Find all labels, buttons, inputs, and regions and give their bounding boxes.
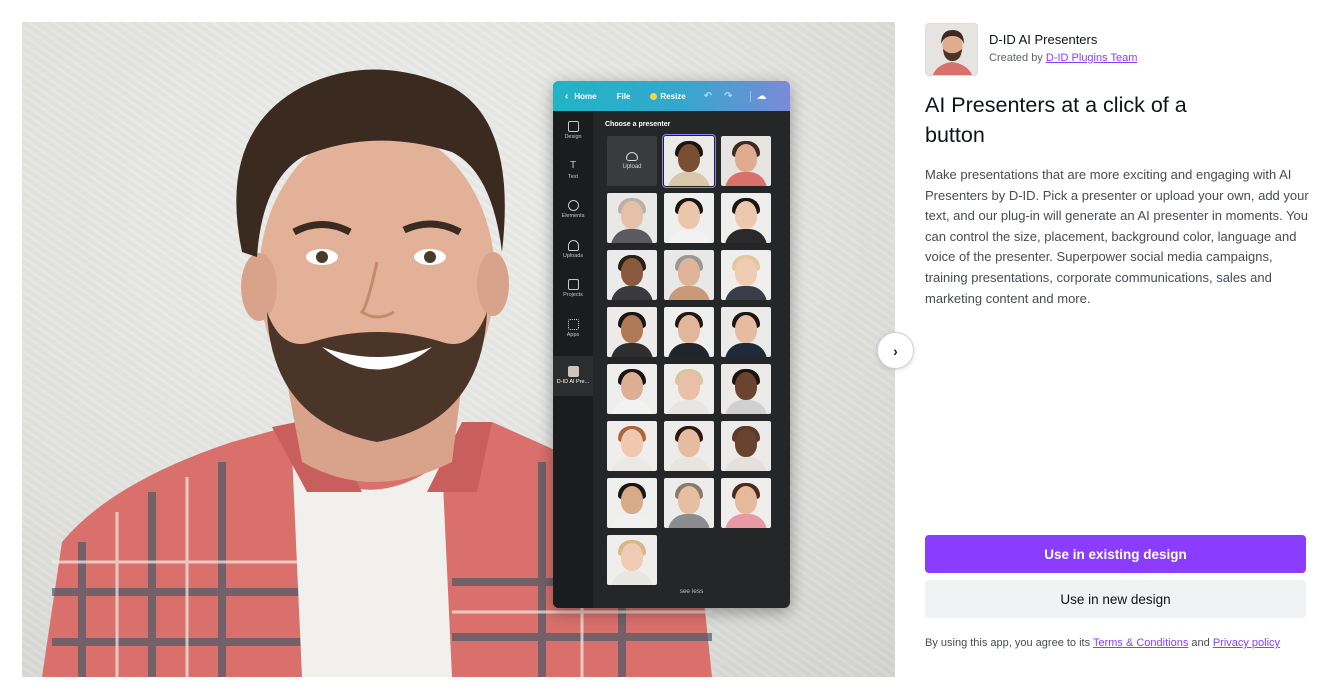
creator-link[interactable]: D-ID Plugins Team	[1046, 52, 1138, 64]
privacy-policy-link[interactable]: Privacy policy	[1213, 637, 1280, 649]
presenter-thumb	[607, 535, 657, 585]
mock-side-label: Projects	[563, 292, 583, 299]
app-detail-page: ‹ Home File Resize ↶ ↷ ☁ Design T Text El…	[0, 0, 1343, 699]
mock-file-label: File	[616, 91, 631, 101]
mock-sidebar: Design T Text Elements Uploads Projects A…	[553, 111, 593, 608]
mock-side-design: Design	[553, 111, 593, 151]
mock-side-label: D-ID AI Pre...	[556, 379, 590, 386]
mock-side-label: Uploads	[562, 252, 584, 259]
presenter-grid: Upload	[607, 134, 771, 585]
mock-side-text: T Text	[567, 159, 579, 180]
presenter-thumb	[721, 193, 771, 243]
app-heading: AI Presenters at a click of a button	[925, 93, 1187, 147]
mock-side-projects: Projects	[553, 269, 593, 309]
presenter-thumb	[607, 421, 657, 471]
mock-side-label: Apps	[566, 331, 580, 338]
created-by-prefix: Created by	[989, 52, 1046, 64]
presenter-thumb	[607, 478, 657, 528]
mock-side-label: Design	[564, 134, 582, 141]
hero-image: ‹ Home File Resize ↶ ↷ ☁ Design T Text El…	[22, 22, 895, 677]
mock-side-d-id: D-ID AI Pre...	[553, 356, 593, 396]
presenter-thumb	[664, 421, 714, 471]
app-name: D-ID AI Presenters	[989, 32, 1098, 47]
upload-tile: Upload	[607, 136, 657, 186]
presenter-thumb	[607, 307, 657, 357]
agreement-prefix: By using this app, you agree to its	[925, 637, 1093, 649]
upload-icon	[626, 152, 638, 161]
canva-editor-mockup: ‹ Home File Resize ↶ ↷ ☁ Design T Text El…	[553, 81, 790, 608]
use-in-existing-design-button[interactable]: Use in existing design	[925, 535, 1306, 573]
undo-icon: ↶	[703, 90, 713, 102]
see-less-link: see less	[679, 588, 704, 595]
presenter-thumb	[662, 134, 716, 188]
presenter-thumb	[664, 364, 714, 414]
mock-top-bar: ‹ Home File Resize ↶ ↷ ☁	[553, 81, 790, 111]
chevron-right-icon: ›	[893, 342, 898, 359]
terms-link[interactable]: Terms & Conditions	[1093, 637, 1188, 649]
presenter-thumb	[607, 193, 657, 243]
presenter-thumb	[607, 364, 657, 414]
presenter-thumb	[664, 193, 714, 243]
presenter-thumb	[721, 364, 771, 414]
mock-side-apps: Apps	[553, 309, 593, 349]
presenter-thumb	[664, 250, 714, 300]
carousel-next-button[interactable]: ›	[877, 332, 914, 369]
app-description: Make presentations that are more excitin…	[925, 167, 1309, 306]
app-icon	[925, 23, 978, 76]
mock-resize: Resize	[650, 91, 686, 101]
terms-agreement: By using this app, you agree to its Term…	[925, 634, 1305, 652]
presenter-thumb	[721, 421, 771, 471]
mock-side-elements: Elements	[553, 190, 593, 230]
mock-side-label: Elements	[561, 213, 585, 220]
presenter-thumb	[664, 307, 714, 357]
mock-home-label: Home	[574, 91, 597, 101]
presenter-thumb	[664, 478, 714, 528]
created-by: Created by D-ID Plugins Team	[989, 52, 1137, 64]
chevron-left-icon: ‹	[565, 90, 569, 102]
presenter-thumb	[721, 250, 771, 300]
presenter-thumb	[607, 250, 657, 300]
mock-resize-label: Resize	[660, 91, 686, 101]
mock-side-label: Text	[567, 173, 579, 180]
choose-presenter-title: Choose a presenter	[605, 121, 671, 128]
mock-side-uploads: Uploads	[553, 230, 593, 270]
presenter-thumb	[721, 136, 771, 186]
redo-icon: ↷	[724, 90, 733, 102]
use-in-new-design-button[interactable]: Use in new design	[925, 580, 1306, 618]
presenter-thumb	[721, 478, 771, 528]
agreement-and: and	[1188, 637, 1213, 649]
presenter-thumb	[721, 307, 771, 357]
upload-label: Upload	[622, 164, 642, 170]
mock-presenter-panel: Choose a presenter Upload see less	[593, 111, 790, 608]
app-icon-image	[926, 24, 977, 75]
cloud-icon: ☁	[749, 90, 767, 102]
